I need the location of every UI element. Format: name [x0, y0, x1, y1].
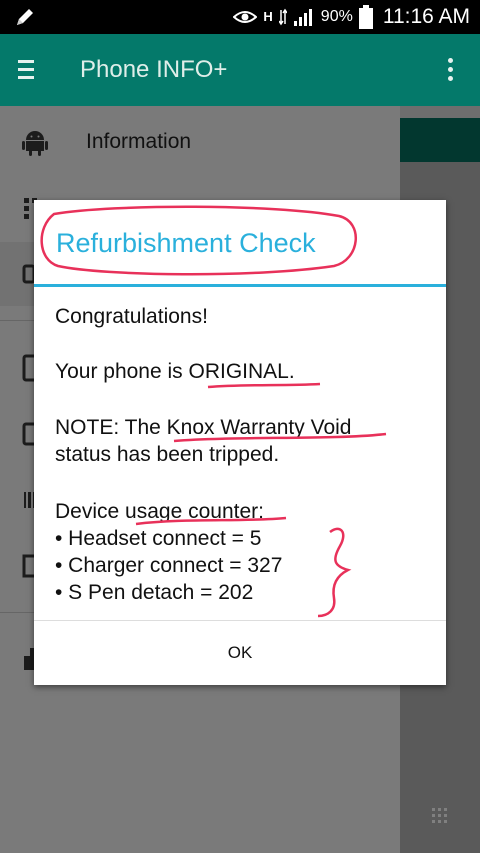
- network-type: H: [263, 9, 273, 24]
- battery-icon: [358, 5, 373, 29]
- original-status-text: Your phone is ORIGINAL.: [55, 358, 295, 385]
- drawer-item-information[interactable]: Information: [0, 110, 400, 174]
- android-icon: [22, 131, 48, 156]
- usage-highlight: usage counter: [125, 500, 259, 523]
- usage-prefix: Device: [55, 500, 126, 523]
- refurbishment-dialog: Refurbishment Check Congratulations! You…: [34, 200, 446, 685]
- app-title: Phone INFO+: [80, 56, 228, 83]
- overflow-icon[interactable]: [448, 58, 454, 85]
- note-highlight: Knox Warranty Void: [166, 416, 352, 439]
- clock: 11:16 AM: [382, 5, 470, 28]
- data-arrows-icon: [278, 8, 287, 26]
- original-value: ORIGINAL: [188, 360, 289, 383]
- counter-spen: • S Pen detach = 202: [55, 581, 254, 604]
- usage-counter-block: Device usage counter: • Headset connect …: [55, 498, 282, 606]
- counter-headset: • Headset connect = 5: [55, 527, 262, 550]
- menu-icon[interactable]: [18, 60, 34, 80]
- note-suffix: status has been tripped.: [55, 443, 280, 466]
- ok-button[interactable]: OK: [34, 621, 446, 685]
- drawer-item-label: Information: [86, 130, 192, 153]
- counter-charger: • Charger connect = 327: [55, 554, 283, 577]
- brace-annotation: [317, 527, 352, 618]
- knox-note-text: NOTE: The Knox Warranty Void status has …: [55, 414, 351, 468]
- status-icons: H 90% 11:16 AM: [233, 0, 470, 34]
- note-prefix: NOTE: The: [55, 416, 167, 439]
- usage-suffix: :: [258, 500, 264, 523]
- congrats-text: Congratulations!: [55, 305, 208, 328]
- pen-icon: [17, 9, 33, 25]
- grid-dots-icon: [432, 808, 447, 823]
- battery-percent: 90%: [320, 8, 353, 25]
- original-prefix: Your phone is: [55, 360, 189, 383]
- status-bar: H 90% 11:16 AM: [0, 0, 480, 34]
- content-header-strip: [400, 118, 480, 162]
- dialog-title: Refurbishment Check: [56, 228, 316, 258]
- dialog-title-rule: [34, 284, 446, 287]
- signal-icon: [293, 9, 312, 26]
- original-suffix: .: [288, 360, 295, 383]
- app-bar: Phone INFO+: [0, 34, 480, 106]
- eye-icon: [233, 11, 258, 23]
